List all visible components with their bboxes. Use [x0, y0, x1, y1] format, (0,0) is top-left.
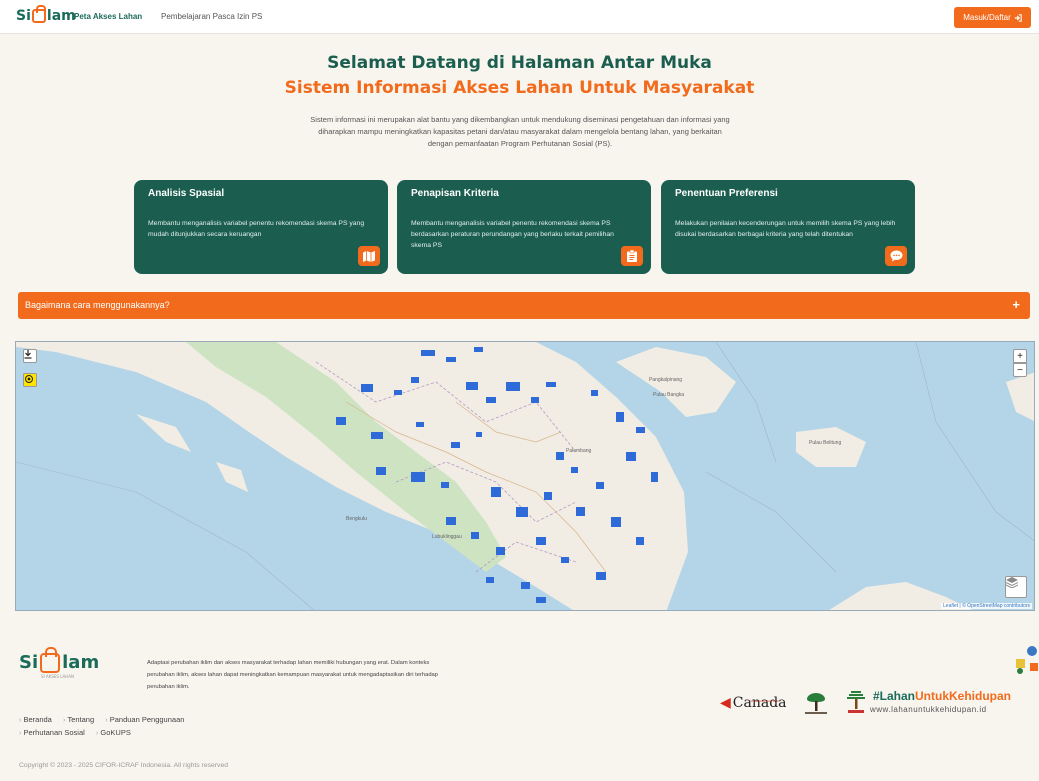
hashtag: #LahanUntukKehidupan: [873, 689, 1011, 703]
place-label: Palembang: [566, 448, 592, 454]
layers-icon[interactable]: [1005, 576, 1027, 598]
accordion-label: Bagaimana cara menggunakannya?: [25, 300, 170, 310]
sign-in-icon: [1014, 13, 1022, 22]
footer-link-gokups[interactable]: GoKUPS: [100, 728, 130, 737]
hashtag-url[interactable]: www.lahanuntukkehidupan.id: [870, 705, 987, 714]
canada-wordmark: Canada: [732, 695, 787, 711]
footer-link-beranda[interactable]: Beranda: [24, 715, 52, 724]
card-title: Penentuan Preferensi: [675, 188, 778, 199]
hero-subtitle: Sistem Informasi Akses Lahan Untuk Masya…: [284, 78, 755, 98]
place-label: Pangkalpinang: [649, 377, 683, 383]
map-attribution: Leaflet | © OpenStreetMap contributors: [941, 603, 1032, 609]
login-button-label: Masuk/Daftar: [963, 13, 1011, 22]
logo-suffix: lam: [46, 8, 76, 24]
map-canvas[interactable]: [16, 342, 1035, 611]
hero-description: Sistem informasi ini merupakan alat bant…: [310, 115, 730, 148]
lock-icon: [40, 646, 61, 673]
footer-links: › Beranda › Tentang › Panduan Penggunaan › P…: [19, 715, 185, 737]
leaflet-link[interactable]: Leaflet: [943, 603, 958, 609]
navbar: Si lam Peta Akses Lahan Pembelajaran Pasc…: [0, 0, 1039, 34]
zoom-in-button[interactable]: +: [1013, 349, 1027, 363]
download-icon[interactable]: [23, 349, 37, 363]
osm-link[interactable]: © OpenStreetMap contributors: [962, 603, 1030, 609]
card-text: Membantu menganalisis variabel penentu r…: [411, 220, 614, 249]
hero-title: Selamat Datang di Halaman Antar Muka: [327, 53, 712, 73]
how-to-use-accordion[interactable]: Bagaimana cara menggunakannya? +: [18, 292, 1030, 319]
logo-prefix: Si: [16, 8, 31, 24]
card-text: Membantu menganalisis variabel penentu r…: [148, 220, 365, 238]
partner-small-text: in partnership with: [750, 699, 780, 703]
card-penentuan-preferensi[interactable]: Penentuan Preferensi Melakukan penilaian…: [661, 180, 915, 274]
card-analisis-spasial[interactable]: Analisis Spasial Membantu menganalisis v…: [134, 180, 388, 274]
copyright: Copyright © 2023 - 2025 CIFOR-ICRAF Indo…: [19, 762, 229, 769]
logo-prefix: Si: [19, 652, 39, 673]
place-label: Lubuklinggau: [432, 534, 462, 540]
nav-link-pembelajaran[interactable]: Pembelajaran Pasca Izin PS: [161, 12, 262, 21]
tree-logo: [846, 691, 865, 713]
nav-link-peta-akses-lahan[interactable]: Peta Akses Lahan: [74, 12, 142, 21]
locate-icon[interactable]: [23, 373, 37, 387]
footer-link-panduan[interactable]: Panduan Penggunaan: [110, 715, 185, 724]
footer-description: Adaptasi perubahan iklim dan akses masya…: [147, 660, 438, 690]
logo-suffix: lam: [62, 652, 100, 673]
login-button[interactable]: Masuk/Daftar: [954, 7, 1031, 28]
site-logo[interactable]: Si lam: [16, 5, 76, 24]
hashtag-part: Kehidupan: [949, 689, 1012, 703]
partner-logos: in partnership with ◀ Canada: [720, 688, 871, 718]
place-label: Pulau Belitung: [809, 440, 842, 446]
maple-leaf-icon: ◀: [720, 695, 731, 711]
zoom-out-button[interactable]: −: [1013, 363, 1027, 377]
chat-icon: [885, 246, 907, 266]
hashtag-part: #Lahan: [873, 689, 916, 703]
card-title: Penapisan Kriteria: [411, 188, 499, 199]
badge-icons: [1016, 646, 1038, 674]
map-icon: [358, 246, 380, 266]
footer-link-tentang[interactable]: Tentang: [67, 715, 94, 724]
plus-icon[interactable]: +: [1012, 297, 1020, 312]
place-label: Bengkulu: [346, 516, 367, 522]
canada-logo: in partnership with ◀ Canada: [720, 695, 787, 711]
logo-subtext: SI AKSES LAHAN: [41, 674, 75, 679]
footer-link-perhutanan-sosial[interactable]: Perhutanan Sosial: [24, 728, 85, 737]
lock-icon: [31, 5, 46, 23]
card-penapisan-kriteria[interactable]: Penapisan Kriteria Membantu menganalisis…: [397, 180, 651, 274]
cifor-logo: [804, 693, 827, 714]
footer-logo[interactable]: Si lam SI AKSES LAHAN: [19, 646, 100, 679]
place-label: Pulau Bangka: [653, 392, 685, 398]
hashtag-part: Untuk: [915, 689, 950, 703]
map-view[interactable]: Pangkalpinang Pulau Bangka Palembang Pul…: [15, 341, 1035, 611]
card-text: Melakukan penilaian kecenderungan untuk …: [675, 220, 896, 238]
clipboard-icon: [621, 246, 643, 266]
card-title: Analisis Spasial: [148, 188, 225, 199]
